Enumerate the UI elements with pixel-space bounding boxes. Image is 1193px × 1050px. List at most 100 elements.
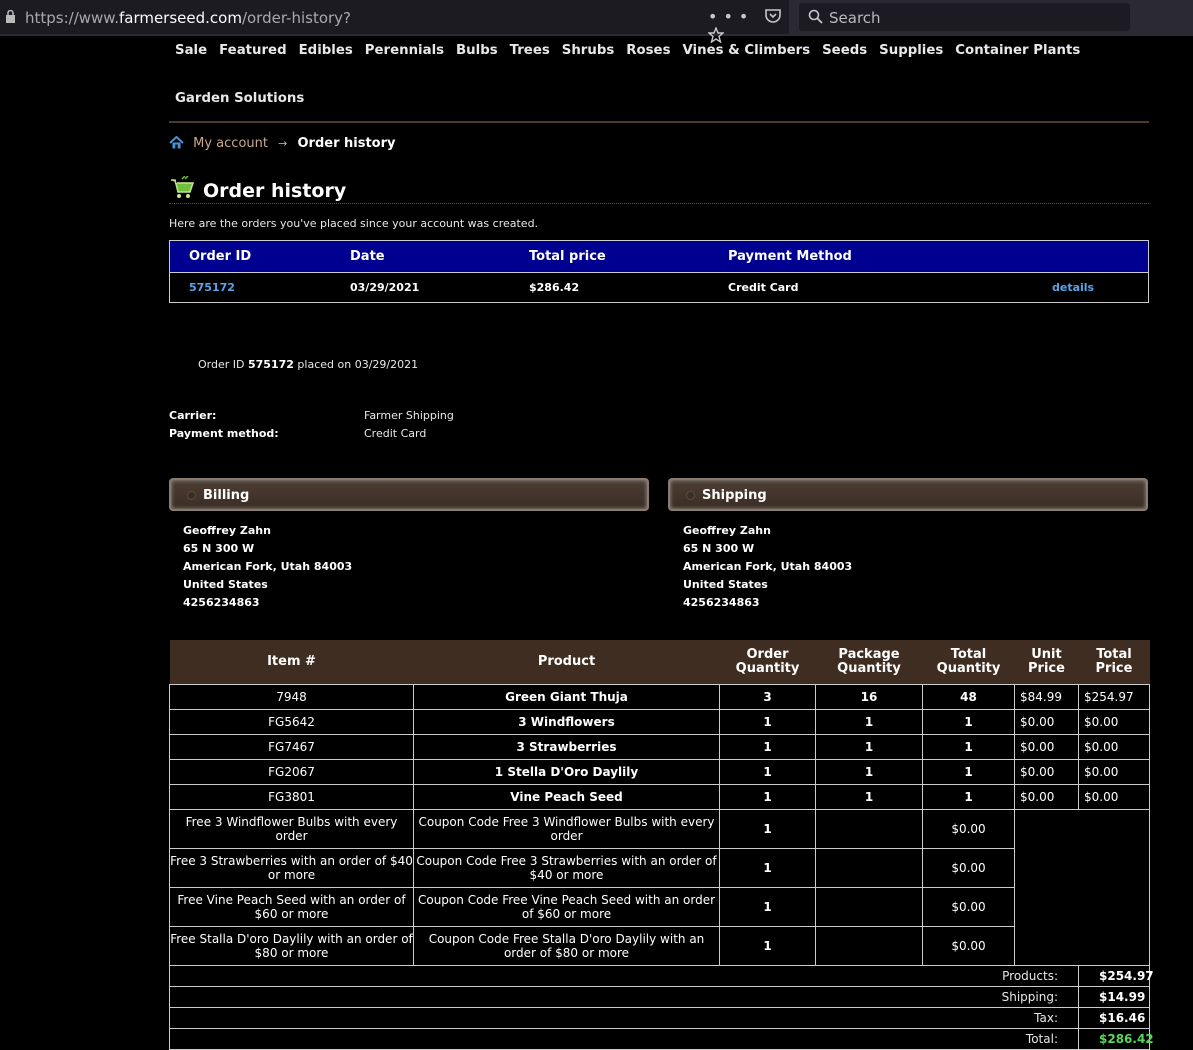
order-details-link[interactable]: details <box>1052 281 1094 294</box>
nav-item[interactable]: Garden Solutions <box>175 91 304 106</box>
billing-address: Geoffrey Zahn 65 N 300 W American Fork, … <box>183 522 352 612</box>
product-name: Vine Peach Seed <box>413 784 720 810</box>
shipping-address: Geoffrey Zahn 65 N 300 W American Fork, … <box>683 522 852 612</box>
empty-cell <box>1014 848 1150 888</box>
empty-cell <box>1014 809 1150 849</box>
nav-item[interactable]: Supplies <box>879 43 943 58</box>
more-actions-icon[interactable]: ••• <box>708 7 754 26</box>
nav-item[interactable]: Edibles <box>299 43 353 58</box>
nav-item[interactable]: Shrubs <box>562 43 615 58</box>
line-total: $254.97 <box>1078 684 1150 710</box>
col-package-quantity: Package Quantity <box>815 640 923 685</box>
col-unit-price: Unit Price <box>1014 640 1079 685</box>
shipping-phone: 4256234863 <box>683 596 760 609</box>
lock-icon <box>6 10 15 23</box>
totals-value: $254.97 <box>1078 965 1154 987</box>
home-icon[interactable] <box>169 136 184 149</box>
shipping-header: Shipping <box>668 478 1148 511</box>
table-row: FG5642 3 Windflowers 1 1 1 $0.00 $0.00 <box>169 709 1150 735</box>
item-number: FG5642 <box>169 709 414 735</box>
promo-description: Coupon Code Free Stalla D'oro Daylily wi… <box>413 926 720 966</box>
totals-label: Total: <box>169 1028 1079 1050</box>
order-date: 03/29/2021 <box>350 281 420 294</box>
billing-name: Geoffrey Zahn <box>183 524 271 537</box>
totals-row: Shipping: $14.99 <box>169 986 1150 1008</box>
promo-qty: 1 <box>719 848 816 888</box>
order-id-link[interactable]: 575172 <box>189 281 235 294</box>
billing-header: Billing <box>169 478 649 511</box>
unit-price: $0.00 <box>1014 759 1079 785</box>
breadcrumb-my-account[interactable]: My account <box>193 136 268 151</box>
totals-row: Total: $286.42 <box>169 1028 1154 1050</box>
order-placed-text: Order ID 575172 placed on 03/29/2021 <box>198 358 419 371</box>
totals-row: Tax: $16.46 <box>169 1007 1150 1029</box>
nav-item[interactable]: Roses <box>626 43 670 58</box>
col-order-quantity: Order Quantity <box>719 640 816 685</box>
nav-divider <box>169 121 1149 123</box>
table-row: FG2067 1 Stella D'Oro Daylily 1 1 1 $0.00 $0.0… <box>169 759 1150 785</box>
col-total-price: Total Price <box>1078 640 1150 685</box>
nav-item[interactable]: Featured <box>219 43 286 58</box>
pocket-icon[interactable] <box>765 9 782 23</box>
col-order-id: Order ID <box>189 249 252 264</box>
line-total: $0.00 <box>1078 759 1150 785</box>
package-qty: 1 <box>815 784 923 810</box>
table-row: 575172 03/29/2021 $286.42 Credit Card de… <box>170 273 1148 302</box>
orders-table-header: Order ID Date Total price Payment Method <box>170 241 1148 273</box>
totals-value: $16.46 <box>1078 1007 1150 1029</box>
nav-item[interactable]: Trees <box>510 43 550 58</box>
intro-text: Here are the orders you've placed since … <box>169 217 539 230</box>
promo-price: $0.00 <box>922 809 1015 849</box>
col-item-number: Item # <box>169 640 414 685</box>
col-total-price: Total price <box>529 249 606 264</box>
total-qty: 1 <box>922 734 1015 760</box>
billing-country: United States <box>183 578 268 591</box>
col-date: Date <box>350 249 385 264</box>
billing-city: American Fork, Utah 84003 <box>183 560 353 573</box>
promo-price: $0.00 <box>922 926 1015 966</box>
promo-row: Free 3 Strawberries with an order of $40… <box>169 848 1150 888</box>
empty-cell <box>815 926 923 966</box>
order-qty: 1 <box>719 709 816 735</box>
nav-item[interactable]: Bulbs <box>456 43 498 58</box>
nav-item[interactable]: Vines & Climbers <box>683 43 811 58</box>
nav-item[interactable]: Sale <box>175 43 207 58</box>
unit-price: $0.00 <box>1014 734 1079 760</box>
totals-value: $14.99 <box>1078 986 1150 1008</box>
promo-description: Coupon Code Free 3 Strawberries with an … <box>413 848 720 888</box>
promo-item: Free 3 Strawberries with an order of $40… <box>169 848 414 888</box>
nav-item[interactable]: Perennials <box>365 43 444 58</box>
empty-cell <box>815 848 923 888</box>
promo-qty: 1 <box>719 887 816 927</box>
carrier-value: Farmer Shipping <box>364 409 454 422</box>
promo-row: Free 3 Windflower Bulbs with every order… <box>169 809 1150 849</box>
promo-row: Free Stalla D'oro Daylily with an order … <box>169 926 1150 966</box>
package-qty: 1 <box>815 734 923 760</box>
empty-cell <box>815 887 923 927</box>
product-name: Green Giant Thuja <box>413 684 720 710</box>
order-items-table: Item # Product Order Quantity Package Qu… <box>169 640 1154 1050</box>
shipping-city: American Fork, Utah 84003 <box>683 560 853 573</box>
bullet-icon <box>686 491 695 500</box>
billing-title: Billing <box>203 488 250 503</box>
promo-price: $0.00 <box>922 887 1015 927</box>
promo-item: Free 3 Windflower Bulbs with every order <box>169 809 414 849</box>
product-name: 3 Strawberries <box>413 734 720 760</box>
promo-item: Free Stalla D'oro Daylily with an order … <box>169 926 414 966</box>
billing-phone: 4256234863 <box>183 596 260 609</box>
total-qty: 1 <box>922 759 1015 785</box>
browser-toolbar: https://www.farmerseed.com/order-history… <box>0 0 1193 44</box>
promo-qty: 1 <box>719 926 816 966</box>
breadcrumb: My account → Order history <box>169 136 396 151</box>
promo-row: Free Vine Peach Seed with an order of $6… <box>169 887 1150 927</box>
item-number: FG2067 <box>169 759 414 785</box>
totals-value: $286.42 <box>1078 1028 1154 1050</box>
search-input[interactable]: Search <box>799 3 1130 31</box>
address-bar[interactable]: https://www.farmerseed.com/order-history… <box>0 0 789 44</box>
nav-item[interactable]: Container Plants <box>955 43 1080 58</box>
carrier-label: Carrier: <box>169 409 217 422</box>
order-qty: 1 <box>719 784 816 810</box>
order-payment: Credit Card <box>728 281 799 294</box>
nav-item[interactable]: Seeds <box>822 43 867 58</box>
table-row: FG7467 3 Strawberries 1 1 1 $0.00 $0.00 <box>169 734 1150 760</box>
